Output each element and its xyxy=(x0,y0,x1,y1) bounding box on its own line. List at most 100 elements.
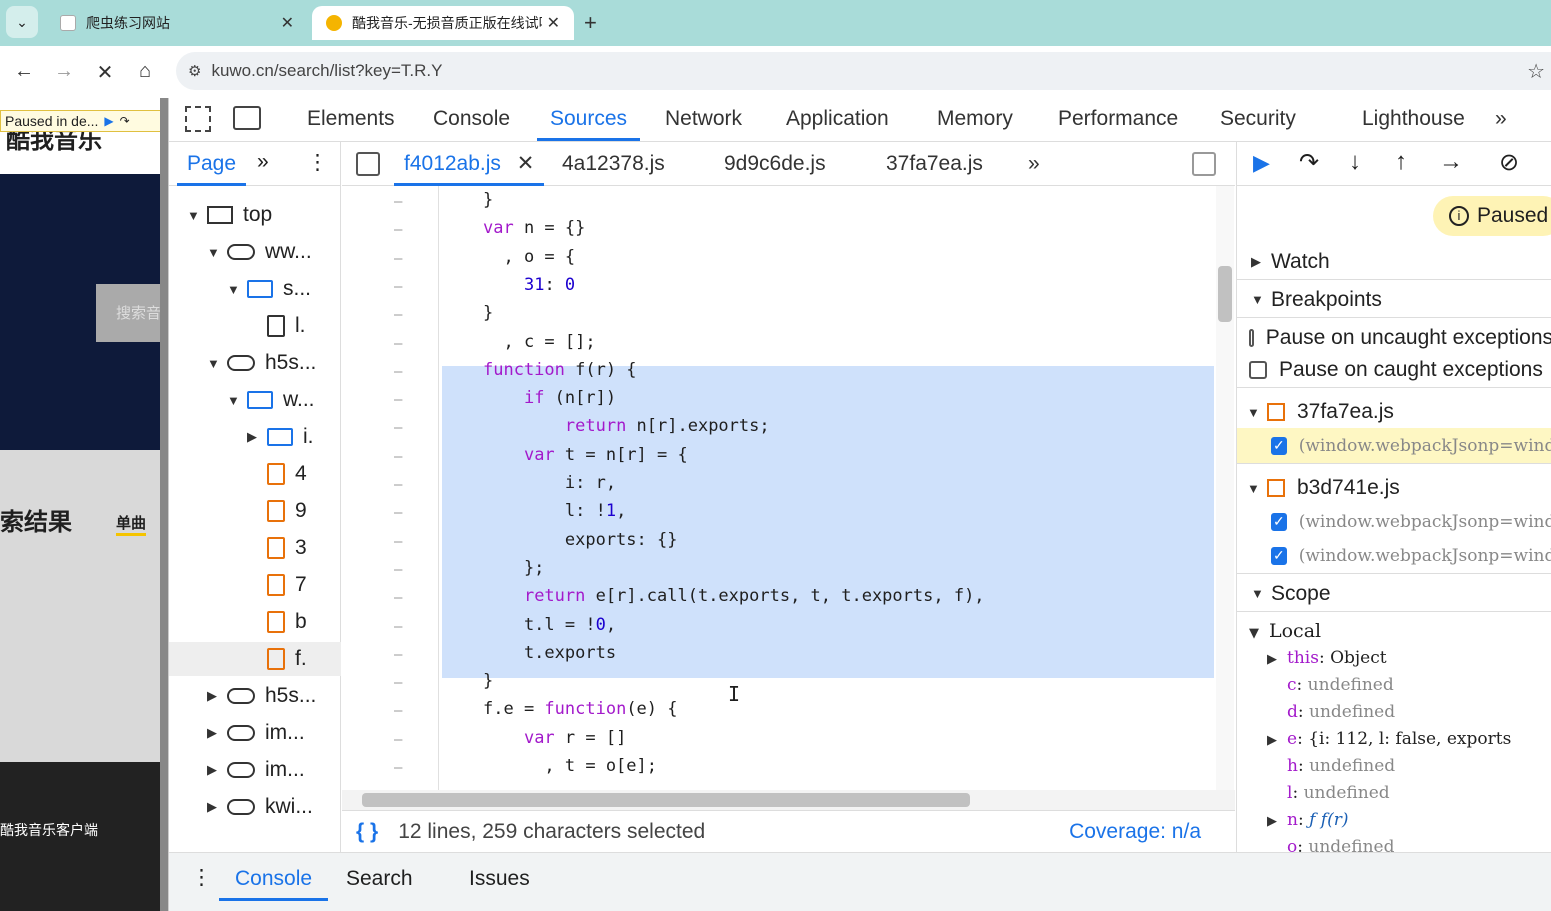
line-gutter[interactable]: – xyxy=(394,647,404,663)
close-icon[interactable]: ✕ xyxy=(547,13,560,33)
expand-open-icon[interactable]: ▼ xyxy=(227,282,247,297)
forward-icon[interactable]: → xyxy=(52,60,76,83)
local-scope[interactable]: ▼ Local xyxy=(1249,620,1321,642)
scope-variable[interactable]: ▶ n: ƒ f(r) xyxy=(1267,810,1348,830)
scope-variable[interactable]: d: undefined xyxy=(1267,702,1395,722)
line-gutter[interactable]: – xyxy=(394,251,404,267)
drawer-tab-console[interactable]: Console xyxy=(219,865,329,901)
nav-tab-page[interactable]: Page xyxy=(177,150,247,186)
tree-item[interactable]: 3 xyxy=(169,531,341,565)
expand-open-icon[interactable]: ▼ xyxy=(207,356,227,371)
expand-closed-icon[interactable]: ▶ xyxy=(207,725,227,741)
line-gutter[interactable]: – xyxy=(394,760,404,776)
site-info-icon[interactable]: ⚙ xyxy=(188,62,201,80)
drawer-menu-icon[interactable]: ⋮ xyxy=(191,865,212,890)
line-gutter[interactable]: – xyxy=(394,505,404,521)
deactivate-breakpoints-icon[interactable]: ⊘ xyxy=(1499,148,1519,177)
scope-variable[interactable]: o: undefined xyxy=(1267,837,1394,852)
file-tab[interactable]: 9d9c6de.js xyxy=(724,150,826,186)
tab-network[interactable]: Network xyxy=(665,105,742,141)
line-gutter[interactable]: – xyxy=(394,364,404,380)
tree-item[interactable]: ▼ top xyxy=(169,198,341,232)
tab-single[interactable]: 单曲 xyxy=(116,512,147,536)
tree-item[interactable]: ▶ kwi... xyxy=(169,790,341,824)
file-tab-active[interactable]: f4012ab.js ✕ xyxy=(394,150,545,186)
expand-open-icon[interactable]: ▼ xyxy=(227,393,247,408)
stop-icon[interactable]: ✕ xyxy=(93,60,117,85)
tree-item[interactable]: l. xyxy=(169,309,341,343)
line-gutter[interactable]: – xyxy=(394,279,404,295)
file-tab[interactable]: 4a12378.js xyxy=(562,150,665,186)
expand-open-icon[interactable]: ▼ xyxy=(187,208,207,223)
line-gutter[interactable]: – xyxy=(394,477,404,493)
line-gutter[interactable]: – xyxy=(394,194,404,210)
tree-item[interactable]: ▶ i. xyxy=(169,420,341,454)
drawer-tab-issues[interactable]: Issues xyxy=(469,865,530,893)
line-gutter[interactable]: – xyxy=(394,222,404,238)
tree-item[interactable]: ▶ im... xyxy=(169,753,341,787)
code-area[interactable]: –} – var n = {} – , o = {– 31: 0 –} – , c = [… xyxy=(342,186,1235,790)
new-tab-button[interactable]: + xyxy=(584,10,597,36)
tree-item[interactable]: ▶ h5s... xyxy=(169,679,341,713)
vertical-scrollbar[interactable] xyxy=(1216,186,1234,790)
resume-icon[interactable]: ▶ xyxy=(1253,150,1270,176)
expand-closed-icon[interactable]: ▶ xyxy=(247,429,267,445)
tab-elements[interactable]: Elements xyxy=(307,105,395,141)
bookmark-star-icon[interactable]: ☆ xyxy=(1527,59,1545,84)
close-icon[interactable]: ✕ xyxy=(517,152,535,175)
tree-item[interactable]: 4 xyxy=(169,457,341,491)
step-icon[interactable]: → xyxy=(1439,148,1463,176)
tree-item[interactable]: ▶ im... xyxy=(169,716,341,750)
line-gutter[interactable]: – xyxy=(394,420,404,436)
expand-closed-icon[interactable]: ▶ xyxy=(207,688,227,704)
browser-tab-2[interactable]: 酷我音乐-无损音质正版在线试听 ✕ xyxy=(312,6,574,40)
tree-item[interactable]: f. xyxy=(169,642,341,676)
tree-item[interactable]: ▼ w... xyxy=(169,383,341,417)
line-gutter[interactable]: – xyxy=(394,336,404,352)
line-gutter[interactable]: – xyxy=(394,534,404,550)
tree-item[interactable]: 7 xyxy=(169,568,341,602)
scope-variable[interactable]: h: undefined xyxy=(1267,756,1395,776)
close-icon[interactable]: ✕ xyxy=(281,13,294,33)
inspect-element-icon[interactable] xyxy=(185,106,211,132)
horizontal-scrollbar[interactable] xyxy=(342,790,1235,810)
tree-item[interactable]: ▼ h5s... xyxy=(169,346,341,380)
tab-performance[interactable]: Performance xyxy=(1058,105,1178,141)
expand-closed-icon[interactable]: ▶ xyxy=(1267,652,1287,667)
breakpoint-entry[interactable]: ✓(window.webpackJsonp=window.webpackJson… xyxy=(1237,428,1551,464)
toggle-navigator-icon[interactable] xyxy=(356,152,380,176)
home-icon[interactable]: ⌂ xyxy=(133,60,157,83)
scope-variable[interactable]: c: undefined xyxy=(1267,675,1394,695)
tree-item[interactable]: 9 xyxy=(169,494,341,528)
tab-console[interactable]: Console xyxy=(433,105,510,141)
watch-section[interactable]: ▶ Watch xyxy=(1237,244,1551,280)
resume-icon[interactable]: ▶ xyxy=(104,114,113,128)
tab-application[interactable]: Application xyxy=(786,105,889,141)
line-gutter[interactable]: – xyxy=(394,675,404,691)
tab-lighthouse[interactable]: Lighthouse xyxy=(1362,105,1465,141)
breakpoints-section[interactable]: ▼ Breakpoints xyxy=(1237,282,1551,318)
expand-open-icon[interactable]: ▼ xyxy=(207,245,227,260)
browser-tab-1[interactable]: 爬虫练习网站 ✕ xyxy=(46,6,308,40)
tab-memory[interactable]: Memory xyxy=(937,105,1013,141)
more-nav-tabs-icon[interactable]: » xyxy=(257,150,269,174)
search-input[interactable]: 搜索音 xyxy=(96,284,160,342)
breakpoint-file[interactable]: ▼ 37fa7ea.js xyxy=(1237,394,1551,430)
coverage-link[interactable]: Coverage: n/a xyxy=(1069,820,1201,844)
line-gutter[interactable]: – xyxy=(394,392,404,408)
page-scrollbar[interactable] xyxy=(160,98,168,911)
step-into-icon[interactable]: ↓ xyxy=(1349,148,1361,176)
tree-item[interactable]: ▼ s... xyxy=(169,272,341,306)
step-out-icon[interactable]: ↑ xyxy=(1395,148,1407,176)
expand-closed-icon[interactable]: ▶ xyxy=(1267,733,1287,748)
line-gutter[interactable]: – xyxy=(394,307,404,323)
pretty-print-icon[interactable]: { } xyxy=(356,820,378,844)
scope-variable[interactable]: l: undefined xyxy=(1267,783,1390,803)
more-tabs-icon[interactable]: » xyxy=(1495,105,1507,141)
tab-sources[interactable]: Sources xyxy=(537,105,641,141)
scope-section[interactable]: ▼ Scope xyxy=(1237,576,1551,612)
line-gutter[interactable]: – xyxy=(394,449,404,465)
scope-variable[interactable]: ▶ this: Object xyxy=(1267,648,1387,668)
address-bar[interactable]: ⚙ kuwo.cn/search/list?key=T.R.Y ☆ xyxy=(176,52,1551,90)
tab-search-button[interactable]: ⌄ xyxy=(6,6,38,38)
